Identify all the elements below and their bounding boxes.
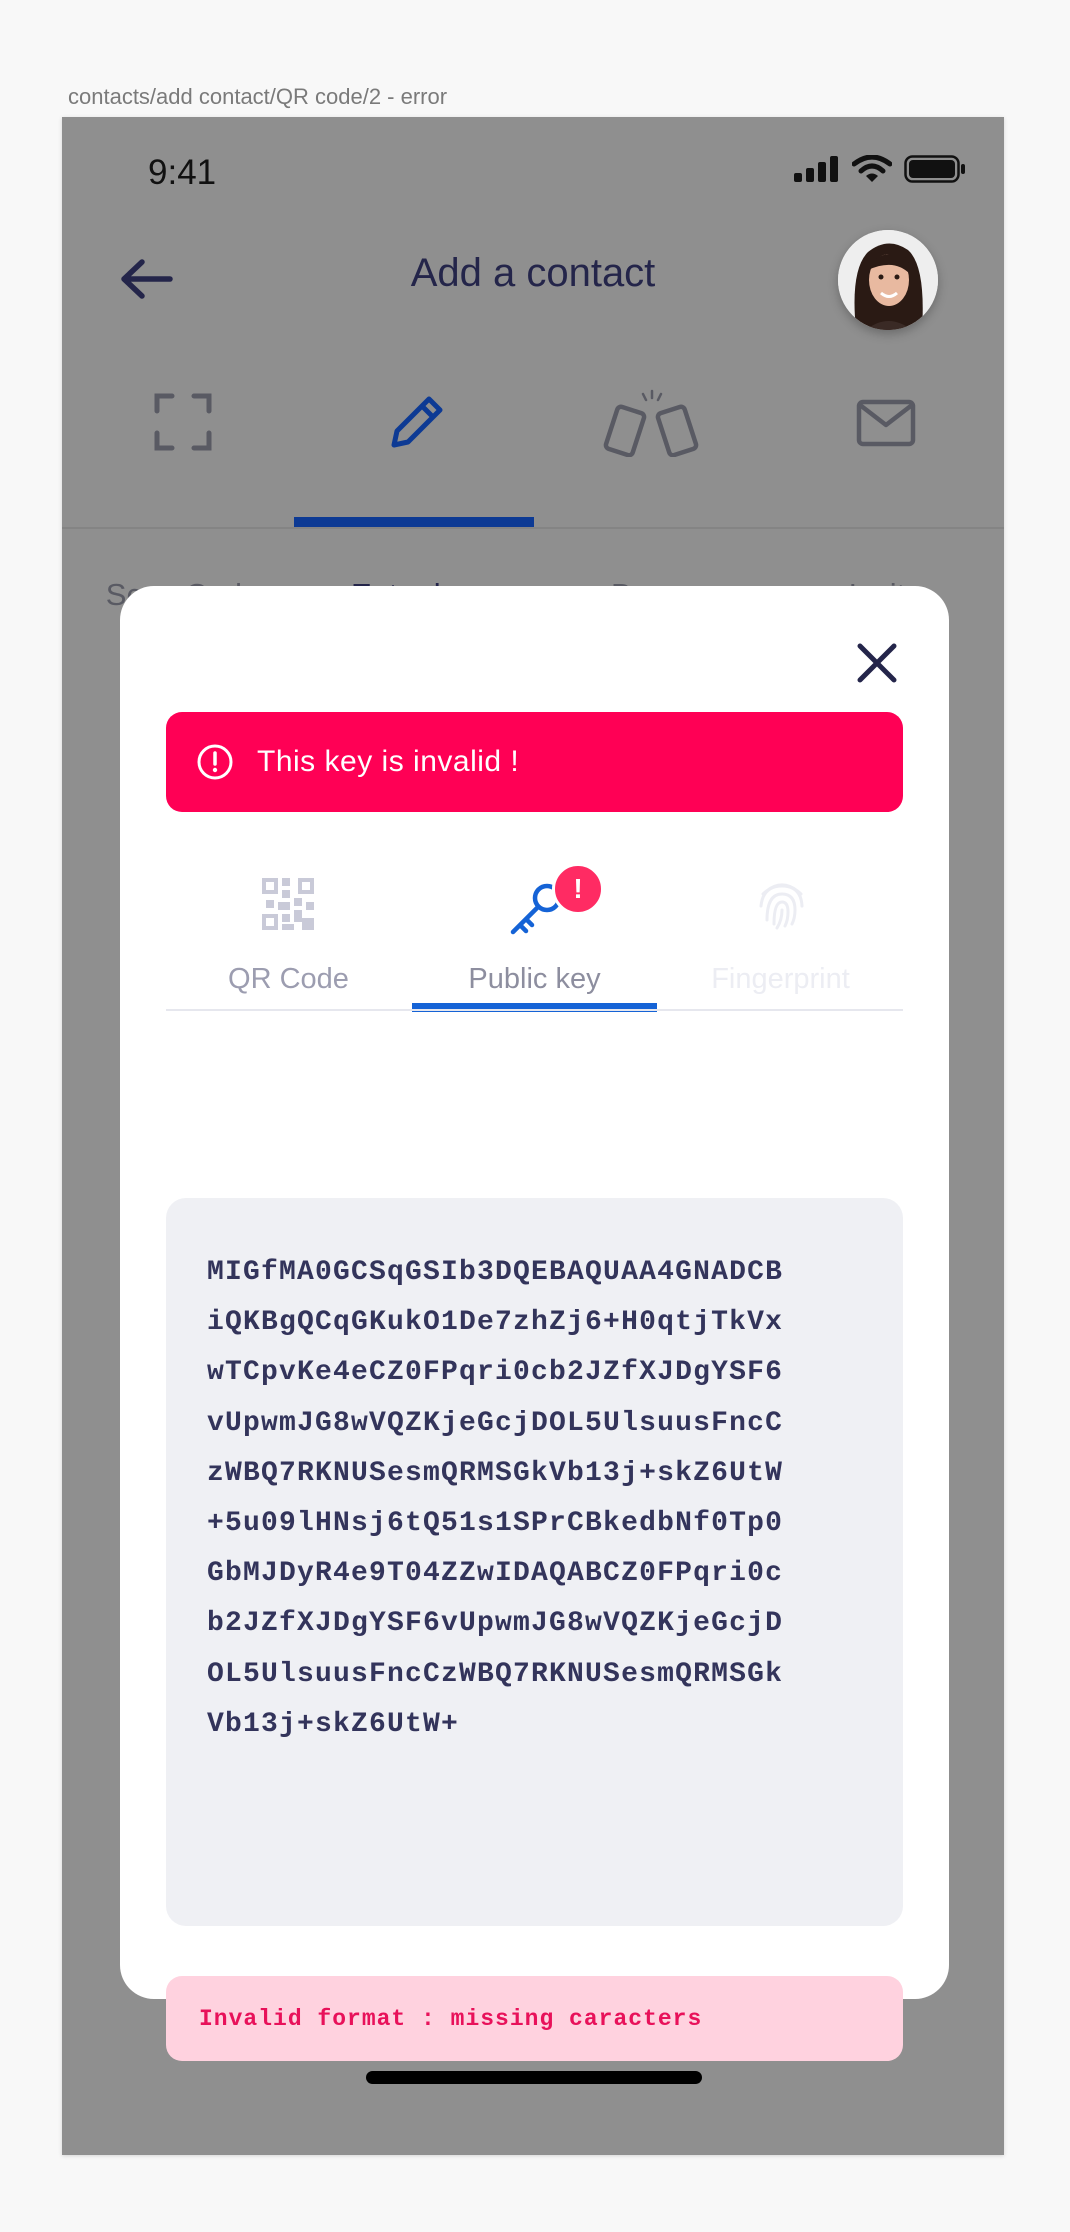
error-message: This key is invalid ! [257, 745, 520, 778]
active-tab-indicator [294, 517, 534, 527]
fingerprint-icon [759, 883, 804, 930]
tab-fingerprint[interactable]: Fingerprint [658, 866, 903, 1006]
home-indicator [366, 2071, 702, 2084]
profile-photo [838, 230, 938, 330]
tab-label: Public key [468, 963, 601, 995]
battery-icon [904, 155, 965, 183]
avatar[interactable] [838, 230, 938, 330]
format-error-message: Invalid format : missing caracters [166, 1976, 903, 2061]
wifi-icon [852, 155, 892, 182]
phone-screen: 9:41 Add a contact This key is invalid !… [62, 117, 1004, 2155]
pencil-icon [391, 396, 442, 448]
public-key-value: MIGfMA0GCSqGSIb3DQEBAQUAA4GNADCB iQKBgQC… [207, 1257, 784, 1740]
public-key-textarea[interactable]: MIGfMA0GCSqGSIb3DQEBAQUAA4GNADCB iQKBgQC… [166, 1198, 903, 1926]
status-time: 9:41 [148, 153, 217, 192]
key-type-tabs: QR Code ! Public key Fingerprint [166, 863, 903, 1014]
error-badge: ! [552, 863, 604, 915]
tab-public-key[interactable]: ! Public key [412, 863, 657, 1006]
format-error-text: Invalid format : missing caracters [199, 2005, 703, 2032]
qr-code-icon [262, 878, 314, 930]
artboard-label: contacts/add contact/QR code/2 - error [68, 84, 448, 109]
tab-label: QR Code [228, 963, 349, 995]
key-tabs-divider [166, 1009, 903, 1011]
status-icons [794, 155, 966, 183]
key-modal: This key is invalid ! QR Code ! Public k… [120, 586, 949, 2061]
envelope-icon [856, 399, 915, 447]
tab-divider [62, 527, 1004, 529]
error-banner: This key is invalid ! [166, 712, 903, 812]
close-icon [857, 643, 897, 683]
bump-phones-icon [603, 389, 698, 457]
tab-qr-code[interactable]: QR Code [166, 866, 411, 1006]
tab-label: Fingerprint [711, 963, 850, 995]
signal-icon [794, 156, 838, 182]
alert-circle-icon [197, 744, 233, 780]
scan-frame-icon [154, 393, 211, 451]
close-button[interactable] [850, 636, 904, 690]
